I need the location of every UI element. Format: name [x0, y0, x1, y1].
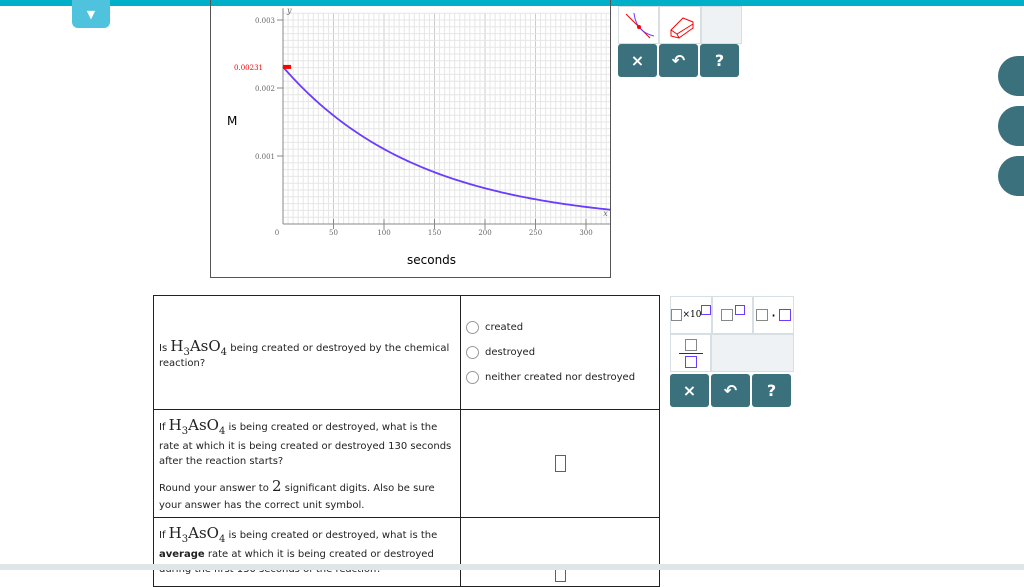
rate-answer-input[interactable] [554, 454, 566, 472]
help-button[interactable]: ? [700, 44, 739, 77]
question-text: Is [159, 342, 168, 354]
question-emphasis: average [159, 548, 205, 560]
x-tick-label: 200 [478, 229, 491, 237]
box-icon [734, 305, 745, 315]
x-tick-label: 50 [329, 229, 338, 237]
table-row: Is H3AsO4 being created or destroyed by … [153, 295, 660, 410]
x-tick-label: 0 [275, 229, 279, 237]
undo-button[interactable]: ↶ [659, 44, 698, 77]
curve-tool-button[interactable] [618, 6, 660, 44]
y-axis-label: M [227, 114, 238, 128]
eraser-button[interactable] [659, 6, 701, 44]
dot-icon: · [770, 305, 777, 325]
fraction-icon [678, 338, 703, 368]
x-tick-label: 300 [579, 229, 592, 237]
radio-circle[interactable] [466, 321, 479, 334]
clear-button[interactable]: × [618, 44, 657, 77]
curve-tangent-icon [625, 12, 654, 39]
superscript-button[interactable] [712, 296, 753, 334]
formula: H3AsO4 [168, 523, 226, 545]
radio-created[interactable]: created [466, 321, 654, 334]
answer-toolpanel: ×10 · × ↶ ? [670, 296, 794, 407]
y-tick-label: 0.003 [255, 17, 275, 25]
empty-tool-slot [700, 6, 742, 44]
formula-sub: 4 [220, 346, 228, 358]
box-icon [671, 309, 683, 321]
box-icon [720, 309, 733, 321]
formula-part: AsO [188, 523, 219, 542]
periodic-table-button[interactable] [998, 156, 1024, 196]
box-icon [779, 309, 792, 321]
marked-value-label: 0.00231 [234, 64, 263, 72]
question-cell: If H3AsO4 is being created or destroyed,… [153, 516, 461, 587]
multiply-button[interactable]: · [753, 296, 794, 334]
formula-part: H [168, 416, 182, 434]
undo-button[interactable]: ↶ [711, 374, 750, 407]
horizontal-scrollbar[interactable] [0, 564, 1024, 570]
question-cell: If H3AsO4 is being created or destroyed,… [153, 409, 461, 518]
data-chart-button[interactable] [998, 106, 1024, 146]
x-tick-label: 100 [377, 229, 390, 237]
chart-svg[interactable]: 0.003 0.002 0.001 0 50 100 150 200 250 300 y x 0.002… [211, 0, 610, 277]
question-cell: Is H3AsO4 being created or destroyed by … [153, 295, 461, 410]
x-var-label: x [603, 209, 608, 218]
x-axis-label: seconds [407, 253, 457, 267]
formula-part: H [168, 523, 182, 542]
scientific-notation-button[interactable]: ×10 [670, 296, 712, 334]
note-text: Round your answer to [159, 483, 269, 494]
table-row: If H3AsO4 is being created or destroyed,… [153, 409, 660, 518]
x10-label: ×10 [682, 310, 702, 320]
clear-button[interactable]: × [670, 374, 709, 407]
formula: H3AsO4 [170, 336, 228, 358]
radio-neither[interactable]: neither created nor destroyed [466, 371, 654, 384]
chevron-down-icon: ▼ [86, 8, 96, 21]
formula: H3AsO4 [168, 416, 226, 437]
eraser-icon [670, 17, 694, 39]
calculator-button[interactable] [998, 56, 1024, 96]
empty-tool-slot [711, 334, 794, 372]
y-tick-label: 0.002 [255, 85, 275, 93]
radio-destroyed[interactable]: destroyed [466, 346, 654, 359]
initial-value-marker [283, 64, 291, 69]
question-text: If [159, 422, 166, 433]
formula-sub: 4 [218, 533, 226, 545]
y-var-label: y [286, 6, 292, 15]
x-tick-label: 250 [529, 229, 542, 237]
sig-digits: 2 [272, 477, 282, 495]
question-text: is being created or destroyed, what is t… [228, 529, 438, 541]
box-icon [701, 305, 711, 315]
question-text: If [159, 529, 166, 541]
formula-sub: 4 [218, 426, 226, 437]
radio-circle[interactable] [466, 346, 479, 359]
box-icon [755, 309, 768, 321]
formula-part: AsO [188, 416, 219, 434]
formula-part: H [170, 336, 184, 355]
answer-cell [460, 409, 660, 518]
answer-cell [460, 516, 660, 587]
table-row: If H3AsO4 is being created or destroyed,… [153, 516, 660, 587]
collapse-tab[interactable]: ▼ [72, 0, 110, 28]
option-label: created [485, 322, 524, 333]
question-table: Is H3AsO4 being created or destroyed by … [153, 295, 660, 587]
x-tick-label: 150 [428, 229, 441, 237]
answer-cell: created destroyed neither created nor de… [460, 295, 660, 410]
formula-part: AsO [189, 336, 221, 355]
option-label: neither created nor destroyed [485, 372, 636, 383]
graph-toolpanel: × ↶ ? [618, 6, 742, 77]
option-label: destroyed [485, 347, 536, 358]
graph-panel[interactable]: 0.003 0.002 0.001 0 50 100 150 200 250 300 y x 0.002… [210, 0, 611, 278]
radio-circle[interactable] [466, 371, 479, 384]
y-tick-label: 0.001 [255, 153, 275, 161]
help-button[interactable]: ? [752, 374, 791, 407]
fraction-button[interactable] [670, 334, 712, 372]
